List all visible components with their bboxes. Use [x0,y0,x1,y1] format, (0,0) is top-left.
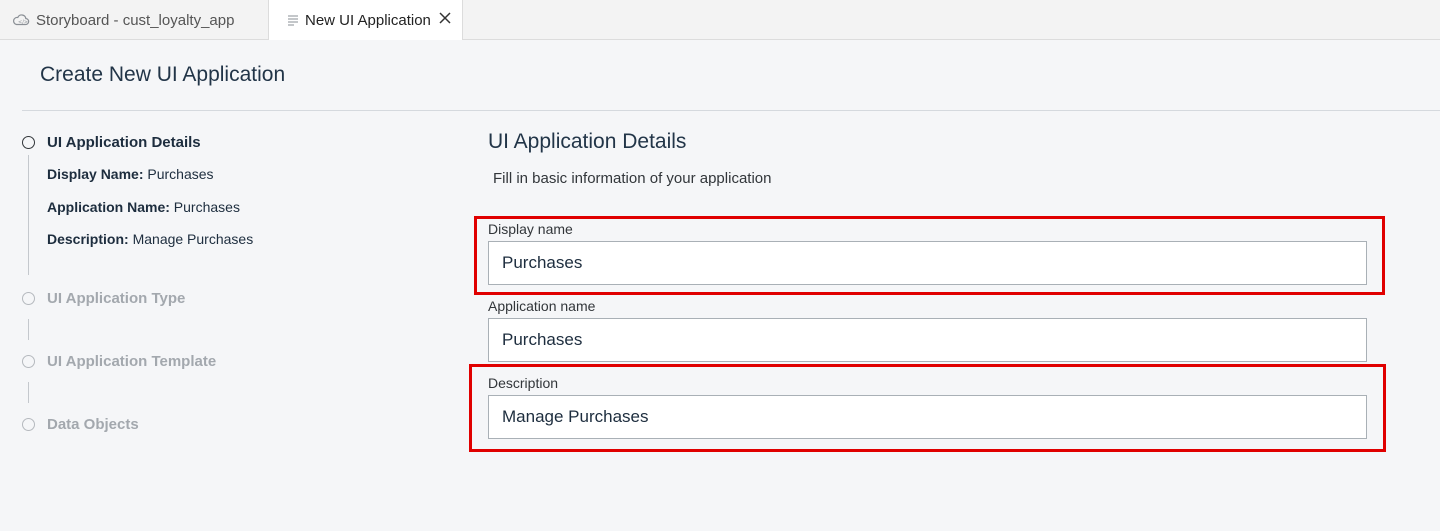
step-indicator-icon [22,292,35,305]
tab-new-ui-application[interactable]: New UI Application [269,0,463,40]
step-connector [28,319,29,340]
section-title: UI Application Details [488,130,687,153]
summary-description: Description: Manage Purchases [47,231,254,247]
page-title: Create New UI Application [40,63,286,86]
application-name-label: Application name [488,298,596,314]
step-ui-application-template[interactable]: UI Application Template [22,353,216,370]
summary-display-name: Display Name: Purchases [47,166,214,182]
step-label: UI Application Template [47,353,217,370]
tab-storyboard[interactable]: </> Storyboard - cust_loyalty_app [0,0,269,40]
summary-application-name: Application Name: Purchases [47,199,240,215]
cloud-icon: </> [12,13,30,27]
editor-tab-bar: </> Storyboard - cust_loyalty_app New UI… [0,0,1440,40]
tab-label: Storyboard - cust_loyalty_app [36,11,235,29]
step-data-objects[interactable]: Data Objects [22,416,139,433]
step-indicator-icon [22,355,35,368]
step-label: UI Application Details [47,134,201,151]
svg-text:</>: </> [18,20,28,26]
step-connector [28,155,29,275]
step-connector [28,382,29,403]
step-ui-application-type[interactable]: UI Application Type [22,290,185,307]
step-indicator-icon [22,136,35,149]
step-ui-application-details[interactable]: UI Application Details [22,134,201,151]
close-icon[interactable] [438,11,452,25]
highlight-display-name [474,216,1385,295]
step-indicator-icon [22,418,35,431]
step-label: UI Application Type [47,290,186,307]
tab-label: New UI Application [305,11,431,29]
highlight-description [469,364,1386,452]
step-label: Data Objects [47,416,139,433]
document-lines-icon [287,14,299,26]
section-subtitle: Fill in basic information of your applic… [493,170,772,187]
header-divider [22,110,1440,111]
application-name-input[interactable] [488,318,1367,362]
